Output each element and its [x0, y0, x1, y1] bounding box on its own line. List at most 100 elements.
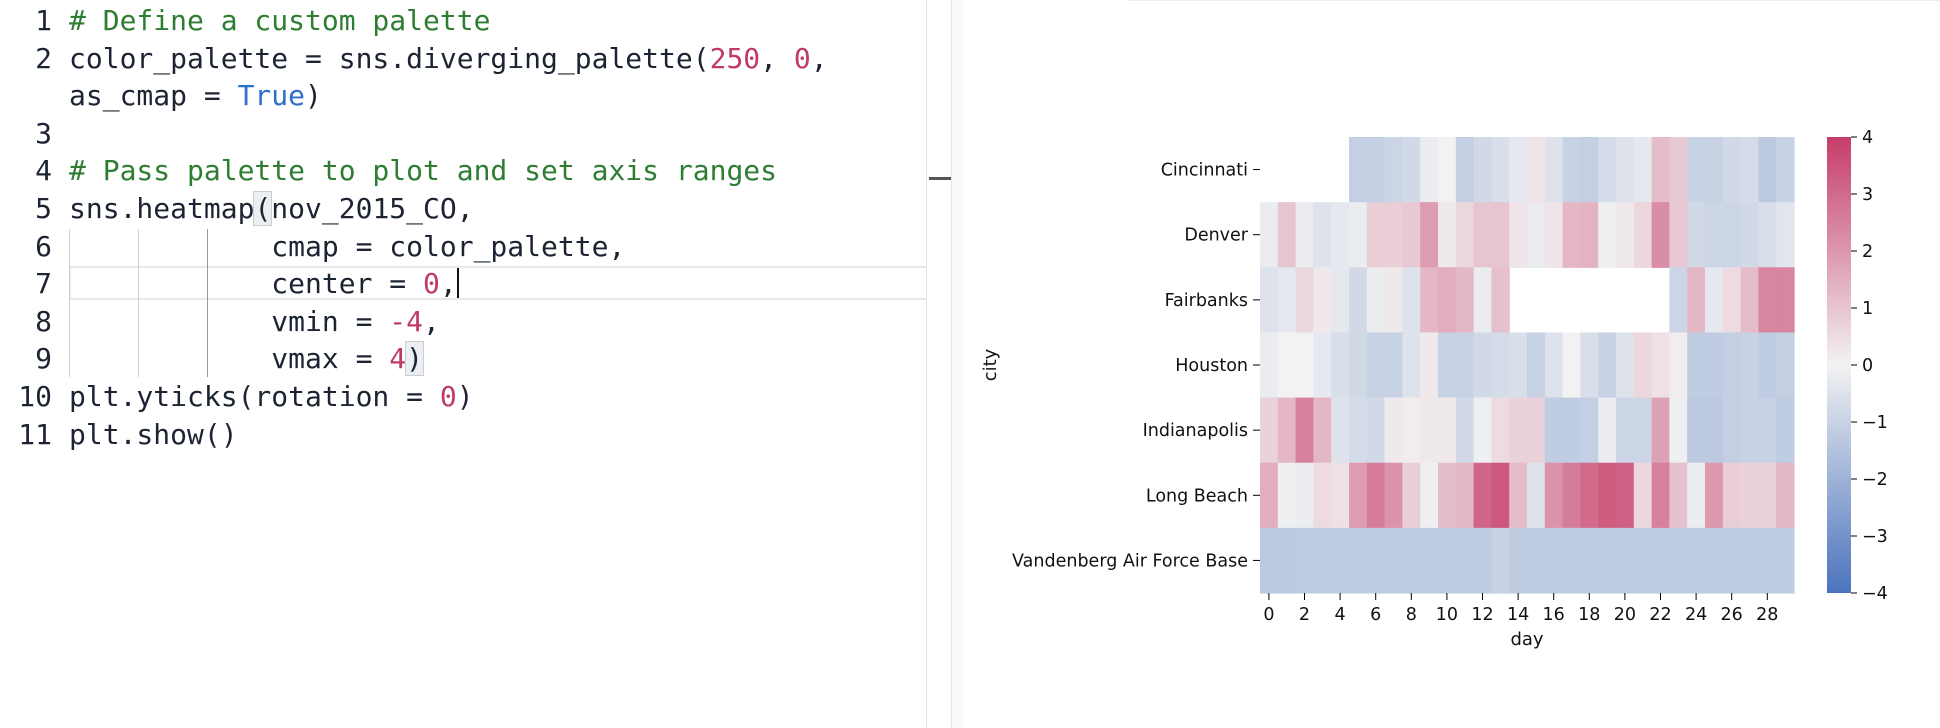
- heatmap-cell: [1402, 397, 1421, 464]
- heatmap-cell: [1491, 527, 1510, 594]
- heatmap-cell: [1651, 397, 1670, 464]
- heatmap-cell: [1580, 202, 1599, 268]
- heatmap-cell: [1455, 137, 1475, 203]
- heatmap-cell: [1722, 267, 1742, 334]
- heatmap-cell: [1758, 202, 1777, 268]
- heatmap-cell: [1616, 202, 1635, 268]
- heatmap-cell: [1758, 397, 1777, 464]
- heatmap-cell: [1598, 527, 1617, 594]
- heatmap-cell: [1705, 397, 1724, 464]
- colorbar-tick-label: 2: [1862, 242, 1873, 262]
- heatmap-cell: [1740, 137, 1759, 203]
- heatmap-cell: [1402, 332, 1421, 399]
- heatmap-cell: [1313, 332, 1332, 399]
- heatmap-cell: [1402, 267, 1421, 334]
- heatmap-cell: [1527, 462, 1546, 529]
- heatmap-cell: [1473, 332, 1492, 399]
- colorbar-tick-label: 0: [1862, 356, 1873, 376]
- heatmap-cell: [1722, 202, 1742, 268]
- heatmap-cell: [1313, 397, 1332, 464]
- heatmap-cell: [1705, 332, 1724, 399]
- heatmap-cell: [1598, 332, 1617, 399]
- x-tick-label: 2: [1299, 605, 1310, 625]
- heatmap-cell: [1740, 267, 1759, 334]
- heatmap-cell: [1402, 527, 1421, 594]
- heatmap-cell: [1295, 527, 1314, 594]
- heatmap-cell: [1758, 137, 1777, 203]
- y-tick-label: Fairbanks: [1165, 291, 1248, 311]
- heatmap-cell: [1616, 397, 1635, 464]
- heatmap-cell: [1776, 202, 1795, 268]
- heatmap-cell: [1705, 462, 1724, 529]
- heatmap-cell: [1616, 527, 1635, 594]
- heatmap-cell: [1651, 527, 1670, 594]
- heatmap-cell: [1580, 137, 1599, 203]
- heatmap-cell: [1438, 462, 1457, 529]
- heatmap-cell: [1366, 202, 1386, 268]
- colorbar-tick-label: 1: [1862, 299, 1873, 319]
- heatmap-cell: [1331, 527, 1350, 594]
- colorbar-tick-label: 4: [1862, 128, 1873, 148]
- heatmap-cell: [1705, 267, 1724, 334]
- heatmap-cell: [1366, 397, 1386, 464]
- heatmap-cell: [1687, 397, 1706, 464]
- heatmap-cell: [1366, 332, 1386, 399]
- y-tick-label: Indianapolis: [1143, 421, 1248, 441]
- heatmap-cell: [1420, 527, 1439, 594]
- heatmap-cell: [1509, 462, 1528, 529]
- heatmap-cell: [1598, 137, 1617, 203]
- heatmap-cell: [1562, 332, 1581, 399]
- heatmap-cell: [1776, 332, 1795, 399]
- heatmap-cell: [1331, 462, 1350, 529]
- heatmap-cell: [1438, 332, 1457, 399]
- heatmap-cell: [1277, 462, 1297, 529]
- heatmap-cell: [1384, 332, 1403, 399]
- heatmap-cell: [1669, 527, 1688, 594]
- heatmap-cell: [1544, 202, 1564, 268]
- colorbar-tick-label: −2: [1862, 470, 1888, 490]
- heatmap-cell: [1384, 397, 1403, 464]
- heatmap-cell: [1687, 332, 1706, 399]
- heatmap-cell: [1455, 332, 1475, 399]
- heatmap-cell: [1758, 527, 1777, 594]
- heatmap-cell: [1633, 397, 1653, 464]
- heatmap-cell: [1669, 267, 1688, 334]
- heatmap-cell: [1616, 462, 1635, 529]
- heatmap-cell: [1438, 397, 1457, 464]
- heatmap-cell: [1722, 332, 1742, 399]
- heatmap-cell: [1705, 137, 1724, 203]
- heatmap-cell: [1527, 202, 1546, 268]
- heatmap-cell: [1402, 202, 1421, 268]
- heatmap-cell: [1705, 202, 1724, 268]
- heatmap-cell: [1527, 137, 1546, 203]
- heatmap-cell: [1740, 527, 1759, 594]
- heatmap-cell: [1758, 332, 1777, 399]
- heatmap-cell: [1349, 527, 1368, 594]
- heatmap-cell: [1349, 397, 1368, 464]
- heatmap-cell: [1331, 332, 1350, 399]
- heatmap-cell: [1384, 462, 1403, 529]
- heatmap-cell: [1473, 137, 1492, 203]
- heatmap-cell: [1366, 267, 1386, 334]
- heatmap-cell: [1260, 397, 1279, 464]
- heatmap-cell: [1669, 397, 1688, 464]
- heatmap-cell: [1776, 267, 1795, 334]
- x-axis-label: day: [1510, 629, 1543, 650]
- heatmap-cell: [1295, 202, 1314, 268]
- heatmap-cell: [1295, 267, 1314, 334]
- heatmap-cell: [1651, 137, 1670, 203]
- x-tick-label: 8: [1406, 605, 1417, 625]
- heatmap-cell: [1331, 202, 1350, 268]
- heatmap-cell: [1473, 397, 1492, 464]
- heatmap-cell: [1491, 267, 1510, 334]
- heatmap-cell: [1776, 397, 1795, 464]
- heatmap-cell: [1438, 267, 1457, 334]
- heatmap-cell: [1473, 527, 1492, 594]
- heatmap-cell: [1313, 267, 1332, 334]
- heatmap-cell: [1438, 137, 1457, 203]
- heatmap-cell: [1313, 527, 1332, 594]
- colorbar: [1827, 137, 1851, 593]
- y-tick-label: Long Beach: [1146, 486, 1248, 506]
- heatmap-cell: [1455, 462, 1475, 529]
- heatmap-cell: [1633, 462, 1653, 529]
